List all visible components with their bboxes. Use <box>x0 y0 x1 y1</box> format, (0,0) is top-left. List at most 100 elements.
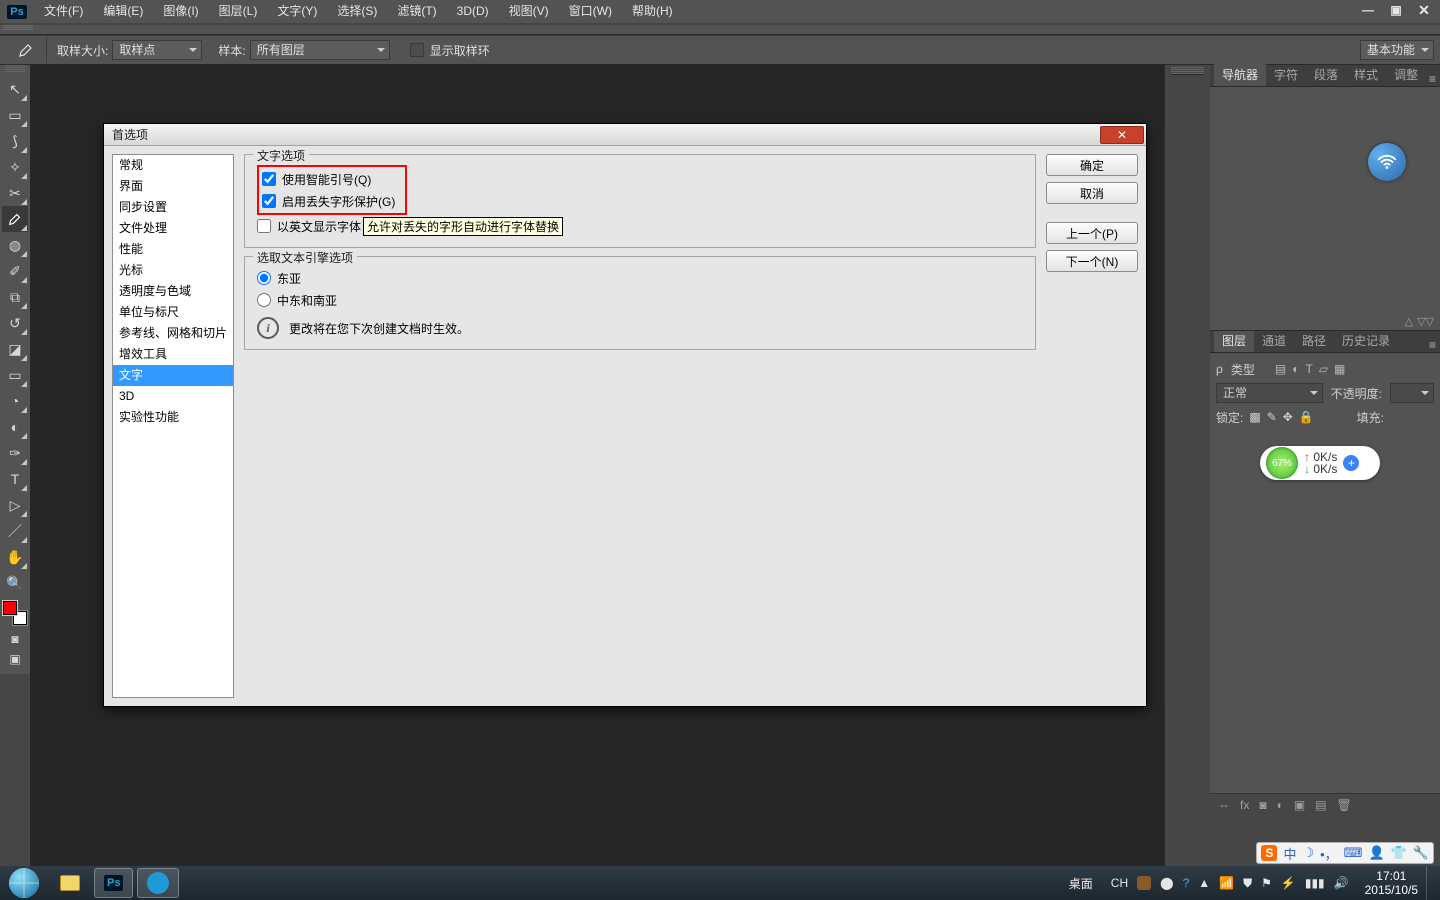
hand-tool[interactable]: ✋ <box>2 544 28 570</box>
color-swatches[interactable] <box>2 600 28 626</box>
tray-shield-icon[interactable]: ⬤ <box>1160 876 1173 890</box>
network-plus-button[interactable]: + <box>1343 455 1359 471</box>
taskbar-clock[interactable]: 17:01 2015/10/5 <box>1357 869 1426 897</box>
taskbar-explorer[interactable] <box>50 868 90 898</box>
ime-moon-icon[interactable]: ☽ <box>1302 845 1314 861</box>
tray-ch[interactable]: CH <box>1111 876 1128 890</box>
blur-tool[interactable]: ◔ <box>2 388 28 414</box>
lasso-tool[interactable]: ⟆ <box>2 128 28 154</box>
mideast-radio[interactable] <box>257 293 271 307</box>
tab-paths[interactable]: 路径 <box>1294 329 1334 352</box>
filter-shape-icon[interactable]: ▱ <box>1319 362 1328 376</box>
dodge-tool[interactable]: ◐ <box>2 414 28 440</box>
prefs-cat-filehandling[interactable]: 文件处理 <box>113 218 233 239</box>
prefs-cat-guides[interactable]: 参考线、网格和切片 <box>113 323 233 344</box>
adjustment-layer-icon[interactable]: ◐ <box>1277 798 1284 812</box>
next-button[interactable]: 下一个(N) <box>1046 250 1138 272</box>
window-maximize-button[interactable]: ▣ <box>1382 0 1410 20</box>
tray-security-icon[interactable]: ⛊ <box>1243 876 1252 891</box>
layer-mask-icon[interactable]: ◙ <box>1259 798 1266 812</box>
sogou-logo-icon[interactable]: S <box>1261 845 1277 861</box>
filter-adjust-icon[interactable]: ◐ <box>1292 362 1299 376</box>
menu-filter[interactable]: 滤镜(T) <box>387 0 446 23</box>
taskbar-browser[interactable] <box>137 868 179 898</box>
prefs-cat-plugins[interactable]: 增效工具 <box>113 344 233 365</box>
prefs-cat-general[interactable]: 常规 <box>113 155 233 176</box>
window-close-button[interactable]: ✕ <box>1410 0 1438 20</box>
sample-dropdown[interactable]: 所有图层 <box>250 40 390 60</box>
dialog-close-button[interactable]: ✕ <box>1100 126 1144 144</box>
ime-toolbar[interactable]: S 中 ☽ •， ⌨ 👤 👕 🔧 <box>1256 842 1434 864</box>
cancel-button[interactable]: 取消 <box>1046 182 1138 204</box>
tab-styles[interactable]: 样式 <box>1346 63 1386 86</box>
menu-edit[interactable]: 编辑(E) <box>93 0 153 23</box>
show-desktop-button[interactable] <box>1426 866 1440 900</box>
prefs-cat-3d[interactable]: 3D <box>113 386 233 407</box>
filter-type-icon[interactable]: ρ <box>1216 362 1223 376</box>
ime-person-icon[interactable]: 👤 <box>1368 845 1384 861</box>
eyedropper-icon[interactable] <box>16 40 36 60</box>
taskbar-photoshop[interactable]: Ps <box>94 868 133 898</box>
pen-tool[interactable]: ✑ <box>2 440 28 466</box>
opacity-field[interactable] <box>1390 383 1434 403</box>
nav-collapse-icon2[interactable]: ▽▽ <box>1417 315 1434 328</box>
tray-flag-icon[interactable]: ⚑ <box>1261 876 1272 890</box>
tab-paragraph[interactable]: 段落 <box>1306 63 1346 86</box>
tray-help-icon[interactable]: ? <box>1183 876 1190 890</box>
taskbar-desktop-label[interactable]: 桌面 <box>1069 875 1093 892</box>
zoom-tool[interactable]: 🔍 <box>2 570 28 596</box>
prefs-cat-experimental[interactable]: 实验性功能 <box>113 407 233 428</box>
nav-collapse-icon[interactable]: △ <box>1405 315 1413 328</box>
tab-layers[interactable]: 图层 <box>1214 329 1254 352</box>
menu-view[interactable]: 视图(V) <box>499 0 559 23</box>
menu-file[interactable]: 文件(F) <box>34 0 93 23</box>
tab-history[interactable]: 历史记录 <box>1334 329 1398 352</box>
ime-skin-icon[interactable]: 👕 <box>1391 845 1407 861</box>
quickmask-toggle[interactable]: ◙ <box>2 630 28 648</box>
missing-glyph-checkbox[interactable] <box>262 194 276 208</box>
link-layers-icon[interactable]: ⇔ <box>1218 798 1230 812</box>
layer-style-icon[interactable]: fx <box>1240 798 1249 812</box>
crop-tool[interactable]: ✂ <box>2 180 28 206</box>
prefs-cat-performance[interactable]: 性能 <box>113 239 233 260</box>
menu-help[interactable]: 帮助(H) <box>622 0 683 23</box>
layers-menu-icon[interactable]: ≡ <box>1429 338 1436 352</box>
network-speed-widget[interactable]: 67% ↑ 0K/s ↓ 0K/s + <box>1260 446 1380 480</box>
delete-layer-icon[interactable]: 🗑 <box>1337 798 1352 812</box>
tab-adjust[interactable]: 调整 <box>1386 63 1426 86</box>
tray-wifi-icon[interactable]: 📶 <box>1219 876 1234 890</box>
new-layer-icon[interactable]: ▤ <box>1315 798 1326 812</box>
menu-layer[interactable]: 图层(L) <box>209 0 268 23</box>
menu-type[interactable]: 文字(Y) <box>267 0 327 23</box>
tray-signal-icon[interactable]: ▮▮▮ <box>1305 876 1325 890</box>
workspace-dropdown[interactable]: 基本功能 <box>1360 40 1434 60</box>
show-ring-checkbox[interactable] <box>410 43 424 57</box>
group-icon[interactable]: ▣ <box>1294 798 1305 812</box>
filter-pixel-icon[interactable]: ▤ <box>1275 362 1286 376</box>
collapsed-panel-bar[interactable] <box>1164 65 1210 866</box>
smart-quotes-checkbox[interactable] <box>262 172 276 186</box>
east-asian-radio[interactable] <box>257 271 271 285</box>
english-font-names-checkbox[interactable] <box>257 219 271 233</box>
blend-mode-dropdown[interactable]: 正常 <box>1216 383 1323 403</box>
prev-button[interactable]: 上一个(P) <box>1046 222 1138 244</box>
tab-character[interactable]: 字符 <box>1266 63 1306 86</box>
window-minimize-button[interactable]: ― <box>1354 0 1382 20</box>
menu-image[interactable]: 图像(I) <box>153 0 208 23</box>
move-tool[interactable]: ↖ <box>2 76 28 102</box>
toolbox-grip[interactable] <box>5 65 25 73</box>
ime-zhong[interactable]: 中 <box>1283 844 1296 863</box>
dialog-titlebar[interactable]: 首选项 ✕ <box>104 124 1146 146</box>
ime-tool-icon[interactable]: 🔧 <box>1413 845 1429 861</box>
tab-channels[interactable]: 通道 <box>1254 329 1294 352</box>
prefs-cat-interface[interactable]: 界面 <box>113 176 233 197</box>
gradient-tool[interactable]: ▭ <box>2 362 28 388</box>
optionsbar-grip[interactable] <box>0 25 1440 35</box>
marquee-tool[interactable]: ▭ <box>2 102 28 128</box>
stamp-tool[interactable]: ⧉ <box>2 284 28 310</box>
tray-sogou-icon[interactable] <box>1137 876 1151 890</box>
start-button[interactable] <box>0 866 48 900</box>
prefs-cat-units[interactable]: 单位与标尺 <box>113 302 233 323</box>
tab-navigator[interactable]: 导航器 <box>1214 63 1266 86</box>
lock-trans-icon[interactable]: ▩ <box>1249 410 1260 424</box>
